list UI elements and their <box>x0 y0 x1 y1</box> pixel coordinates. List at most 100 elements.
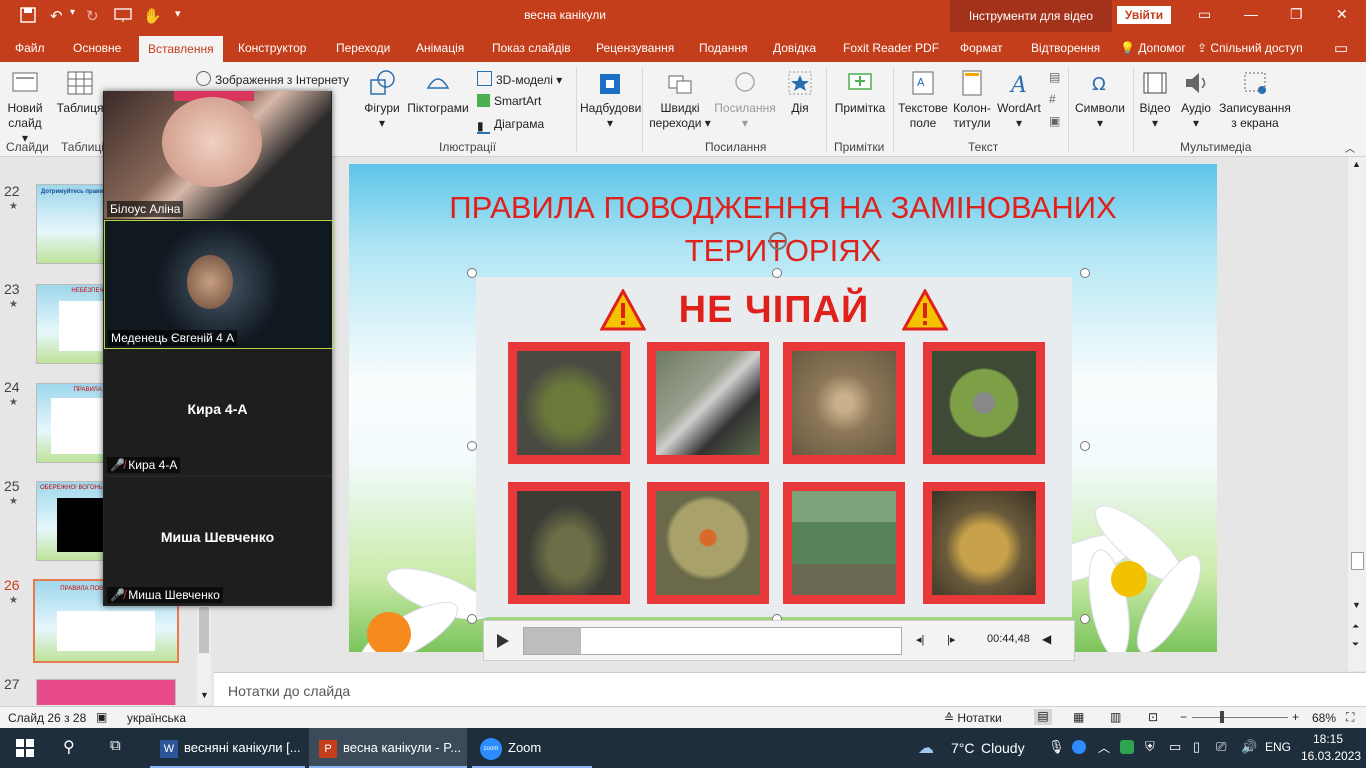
tab-view[interactable]: Подання <box>699 41 747 55</box>
next-slide-icon[interactable]: ⏷ <box>1352 639 1359 650</box>
scrollbar-thumb[interactable] <box>199 607 209 653</box>
normal-view-icon[interactable]: ▤ <box>1034 709 1052 725</box>
close-button[interactable]: ✕ <box>1336 6 1348 23</box>
slide-number-icon[interactable]: # <box>1049 92 1056 106</box>
symbols-button[interactable]: Ω Символи ▾ <box>1072 68 1128 131</box>
video-button[interactable]: Відео ▾ <box>1136 68 1174 131</box>
tab-animations[interactable]: Анімація <box>416 41 464 55</box>
slide-thumbnail-27[interactable] <box>36 679 176 705</box>
3d-models-button[interactable]: 3D-моделі ▾ <box>477 71 562 87</box>
slide-sorter-icon[interactable]: ▦ <box>1073 710 1084 724</box>
resize-handle[interactable] <box>467 441 477 451</box>
network-icon[interactable]: ⎚ <box>1216 739 1226 755</box>
object-icon[interactable]: ▣ <box>1049 114 1060 128</box>
addins-button[interactable]: Надбудови ▾ <box>580 68 641 131</box>
tab-help[interactable]: Довідка <box>773 41 816 55</box>
comment-button[interactable]: Примітка <box>830 68 890 116</box>
notes-pane[interactable]: Нотатки до слайда <box>214 672 1366 706</box>
security-icon[interactable]: ⛨ <box>1145 739 1155 755</box>
weather-desc[interactable]: Cloudy <box>981 740 1025 756</box>
textbox-button[interactable]: A Текстове поле <box>896 68 950 131</box>
scroll-down-icon[interactable]: ▼ <box>1352 600 1361 610</box>
zoom-tray-icon[interactable] <box>1072 740 1086 754</box>
tab-playback[interactable]: Відтворення <box>1031 41 1100 55</box>
screen-recording-button[interactable]: Записування з екрана <box>1217 68 1293 131</box>
minimize-button[interactable]: — <box>1244 6 1258 22</box>
tray-chevron-icon[interactable]: ︿ <box>1098 739 1110 756</box>
input-language[interactable]: ENG <box>1265 740 1291 754</box>
onedrive-icon[interactable]: ▭ <box>1169 739 1181 755</box>
restore-button[interactable]: ❐ <box>1290 6 1303 23</box>
tab-design[interactable]: Конструктор <box>238 41 306 55</box>
share-button[interactable]: ⇪ Спільний доступ <box>1197 41 1303 55</box>
participant-tile-3[interactable]: Кира 4-А 🎤̸ Кира 4-А <box>104 349 331 475</box>
resize-handle[interactable] <box>467 268 477 278</box>
tab-format[interactable]: Формат <box>960 41 1003 55</box>
new-slide-button[interactable]: Новий слайд ▾ <box>4 68 46 146</box>
notes-toggle-button[interactable]: ≙ Нотатки <box>944 711 1002 725</box>
participant-tile-2-active[interactable]: Меденець Євгеній 4 А <box>104 220 333 349</box>
step-back-icon[interactable]: ◂| <box>916 633 924 646</box>
tab-slideshow[interactable]: Показ слайдів <box>492 41 571 55</box>
link-button[interactable]: Посилання ▾ <box>714 68 776 131</box>
participant-tile-4[interactable]: Миша Шевченко 🎤̸ Миша Шевченко <box>104 477 331 605</box>
online-images-button[interactable]: Зображення з Інтернету <box>196 71 349 87</box>
resize-handle[interactable] <box>1080 614 1090 624</box>
collapse-ribbon-icon[interactable]: ︿ <box>1345 140 1355 155</box>
wordart-button[interactable]: A WordArt ▾ <box>995 68 1043 131</box>
resize-handle[interactable] <box>1080 441 1090 451</box>
slide-title[interactable]: ПРАВИЛА ПОВОДЖЕННЯ НА ЗАМІНОВАНИХ ТЕРИТО… <box>349 186 1217 272</box>
scrollbar-thumb[interactable] <box>1351 552 1364 570</box>
clock-date[interactable]: 16.03.2023 <box>1301 749 1361 763</box>
play-icon[interactable] <box>496 633 510 649</box>
slideshow-view-icon[interactable]: ⊡ <box>1148 710 1158 724</box>
chart-button[interactable]: ▮ Діаграма <box>477 117 544 134</box>
ribbon-display-icon[interactable]: ▭ <box>1198 6 1211 23</box>
resize-handle[interactable] <box>1080 268 1090 278</box>
taskbar-word-app[interactable]: Wвесняні канікули [... <box>150 728 305 768</box>
tray-app-icon[interactable] <box>1120 740 1134 754</box>
date-time-icon[interactable]: ▤ <box>1049 70 1060 84</box>
taskbar-powerpoint-app[interactable]: Pвесна канікули - P... <box>309 728 467 768</box>
search-icon[interactable]: ⚲ <box>63 737 75 757</box>
signin-button[interactable]: Увійти <box>1117 6 1171 24</box>
action-button[interactable]: Дія <box>782 68 818 116</box>
tab-file[interactable]: Файл <box>15 41 45 55</box>
previous-slide-icon[interactable]: ⏶ <box>1352 621 1359 632</box>
zoom-slider[interactable] <box>1192 711 1288 723</box>
header-footer-button[interactable]: Колон-титули <box>950 68 994 131</box>
tab-review[interactable]: Рецензування <box>596 41 674 55</box>
language-indicator[interactable]: українська <box>127 711 186 725</box>
taskbar-zoom-app[interactable]: zoom Zoom <box>472 728 592 768</box>
scroll-down-icon[interactable]: ▼ <box>200 690 209 700</box>
video-frame[interactable]: НЕ ЧІПАЙ <box>476 277 1072 617</box>
tab-foxit[interactable]: Foxit Reader PDF <box>843 41 939 55</box>
windows-start-icon[interactable] <box>16 739 34 760</box>
microphone-icon[interactable]: 🎙 <box>1048 739 1065 755</box>
playback-progress-track[interactable] <box>523 627 902 655</box>
tell-me-search[interactable]: 💡 Допомог <box>1120 41 1186 55</box>
tab-insert[interactable]: Вставлення <box>139 36 223 62</box>
smartart-button[interactable]: SmartArt <box>477 94 541 108</box>
scroll-up-icon[interactable]: ▲ <box>1352 159 1361 169</box>
step-forward-icon[interactable]: |▸ <box>947 633 955 646</box>
tab-home[interactable]: Основне <box>73 41 121 55</box>
clock-time[interactable]: 18:15 <box>1301 732 1355 746</box>
volume-icon[interactable]: ◀ <box>1042 632 1051 646</box>
participant-tile-1[interactable]: Білоус Аліна <box>104 91 331 219</box>
zoom-in-icon[interactable]: + <box>1292 710 1299 724</box>
shapes-button[interactable]: Фігури ▾ <box>360 68 404 131</box>
rotate-handle[interactable] <box>769 232 787 250</box>
fit-to-window-icon[interactable]: ⛶ <box>1346 710 1354 725</box>
zoom-slider-thumb[interactable] <box>1220 711 1224 723</box>
volume-tray-icon[interactable]: 🔊 <box>1241 739 1257 755</box>
resize-handle[interactable] <box>467 614 477 624</box>
comments-icon[interactable]: ▭ <box>1334 39 1348 57</box>
reading-view-icon[interactable]: ▥ <box>1110 710 1121 724</box>
zoom-button[interactable]: Швидкі переходи ▾ <box>648 68 712 131</box>
zoom-level[interactable]: 68% <box>1312 711 1336 725</box>
audio-button[interactable]: Аудіо ▾ <box>1177 68 1215 131</box>
tab-transitions[interactable]: Переходи <box>336 41 390 55</box>
editor-scrollbar[interactable]: ▲ ▼ ⏶ ⏷ <box>1348 157 1366 671</box>
resize-handle[interactable] <box>772 268 782 278</box>
